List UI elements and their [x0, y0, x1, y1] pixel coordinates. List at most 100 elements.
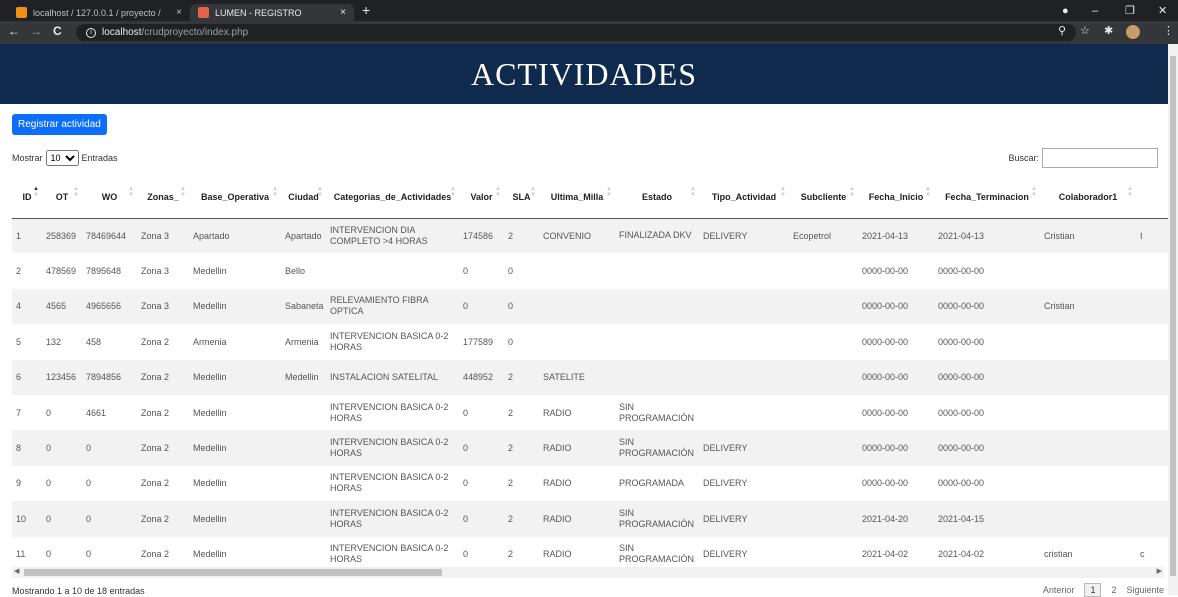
phpmyadmin-favicon-icon: [16, 7, 27, 18]
table-cell: 0: [459, 430, 504, 466]
extensions-icon[interactable]: ✱: [1104, 24, 1113, 37]
table-row[interactable]: 7 0 4661 Zona 2 Medellin INTERVENCION BASICA …: [12, 395, 1168, 430]
column-header[interactable]: ID ▲ ▼: [12, 176, 42, 219]
column-header-label: Estado: [641, 191, 672, 202]
column-header[interactable]: Valor ▲ ▼: [459, 176, 504, 219]
column-header[interactable]: Colaborador1 ▲ ▼: [1040, 176, 1136, 219]
table-cell: FINALIZADA DKV: [615, 218, 699, 254]
column-header[interactable]: SLA ▲ ▼: [504, 176, 539, 219]
menu-kebab-icon[interactable]: ⋮: [1163, 24, 1174, 37]
reload-button[interactable]: C: [53, 24, 62, 38]
table-cell: [615, 324, 699, 359]
column-header[interactable]: WO ▲ ▼: [82, 176, 137, 219]
sort-icon: ▲ ▼: [530, 186, 536, 198]
table-cell: 0000-00-00: [862, 407, 909, 418]
table-cell: INTERVENCION BASICA 0-2 HORAS: [330, 401, 449, 423]
table-cell: 177589: [463, 336, 494, 347]
table-cell: [615, 359, 699, 395]
minimize-button[interactable]: –: [1092, 0, 1098, 21]
profile-indicator-icon[interactable]: ●: [1062, 0, 1069, 21]
table-cell: Medellin: [189, 501, 281, 537]
table-cell: RADIO: [543, 407, 572, 418]
table-cell: 0000-00-00: [938, 266, 985, 277]
table-cell: 4: [12, 288, 42, 325]
table-cell: 174586: [459, 218, 504, 254]
table-cell: [1136, 430, 1168, 466]
close-tab-icon[interactable]: ×: [176, 7, 182, 18]
table-row[interactable]: 8 0 0 Zona 2 Medellin INTERVENCION BASICA 0-2…: [12, 430, 1168, 466]
table-cell: 2: [508, 407, 514, 418]
bookmark-star-icon[interactable]: ☆: [1080, 24, 1090, 37]
table-cell: [789, 253, 858, 288]
column-header[interactable]: Ultima_Milla ▲ ▼: [539, 176, 615, 219]
sort-icon: ▲ ▼: [317, 186, 323, 198]
column-header[interactable]: Tipo_Actividad ▲ ▼: [699, 176, 789, 219]
table-row[interactable]: 6 123456 7894856 Zona 2 Medellin Medellin INST…: [12, 359, 1168, 395]
entries-select[interactable]: 10: [45, 150, 79, 166]
column-header[interactable]: Categorias_de_Actividades ▲ ▼: [326, 176, 459, 219]
table-cell: Medellin: [281, 359, 326, 395]
table-cell: 123456: [42, 359, 82, 395]
table-row[interactable]: 1 258369 78469644 Zona 3 Apartado Apartado INT…: [12, 218, 1168, 254]
sort-icon: ▲ ▼: [849, 186, 855, 198]
table-cell: 2: [504, 218, 539, 254]
column-header-label: Valor: [470, 191, 493, 202]
column-header[interactable]: Fecha_Inicio ▲ ▼: [858, 176, 934, 219]
close-tab-icon[interactable]: ×: [340, 7, 346, 18]
scroll-right-icon[interactable]: ▶: [1157, 567, 1162, 575]
table-row[interactable]: 9 0 0 Zona 2 Medellin INTERVENCION BASICA 0-2…: [12, 466, 1168, 501]
vertical-scroll-thumb[interactable]: [1170, 56, 1176, 576]
horizontal-scroll-thumb[interactable]: [24, 569, 442, 576]
table-cell: [281, 466, 326, 501]
table-cell: 0: [86, 478, 92, 489]
register-activity-button[interactable]: Registrar actividad: [12, 114, 107, 135]
table-cell: 0: [508, 266, 514, 277]
table-cell: RADIO: [539, 430, 615, 466]
horizontal-scrollbar[interactable]: ◀ ▶: [12, 567, 1164, 578]
table-cell: 2021-04-13: [858, 218, 934, 254]
column-header[interactable]: Base_Operativa ▲ ▼: [189, 176, 281, 219]
back-button[interactable]: ←: [8, 24, 20, 38]
previous-page-link[interactable]: Anterior: [1043, 585, 1075, 595]
search-input[interactable]: [1042, 148, 1158, 168]
site-info-icon[interactable]: i: [86, 27, 96, 38]
lumen-favicon-icon: [198, 7, 209, 18]
table-row[interactable]: 4 4565 4965656 Zona 3 Medellin Sabaneta RELEVA…: [12, 288, 1168, 325]
table-row[interactable]: 2 478569 7895648 Zona 3 Medellin Bello 0 0 0000-…: [12, 253, 1168, 288]
page-title: ACTIVIDADES: [470, 55, 698, 92]
column-header[interactable]: ▲▼: [1136, 176, 1168, 219]
column-header[interactable]: Zonas_ ▲ ▼: [137, 176, 189, 219]
column-header[interactable]: OT ▲ ▼: [42, 176, 82, 219]
sort-icon: ▲ ▼: [780, 186, 786, 198]
tab-lumen-registro[interactable]: LUMEN - REGISTRO ×: [190, 4, 354, 21]
column-header-label: Categorias_de_Actividades: [333, 191, 452, 202]
browser-tabstrip: localhost / 127.0.0.1 / proyecto / × LUM…: [0, 0, 1178, 21]
tab-phpmyadmin[interactable]: localhost / 127.0.0.1 / proyecto / ×: [8, 4, 190, 21]
address-bar[interactable]: i localhost/crudproyecto/index.php: [76, 24, 1076, 41]
zoom-icon[interactable]: ⚲: [1058, 24, 1066, 37]
table-cell: Apartado: [281, 218, 326, 254]
next-page-link[interactable]: Siguiente: [1126, 585, 1164, 595]
column-header[interactable]: Fecha_Terminacion ▲ ▼: [934, 176, 1040, 219]
page-content: ACTIVIDADES Registrar actividad Mostrar …: [0, 44, 1168, 595]
new-tab-button[interactable]: +: [362, 2, 370, 18]
table-cell: 0000-00-00: [938, 336, 985, 347]
close-window-button[interactable]: ✕: [1158, 0, 1167, 21]
table-row[interactable]: 5 132 458 Zona 2 Armenia Armenia INTERVENCION …: [12, 324, 1168, 359]
table-cell: 0000-00-00: [858, 430, 934, 466]
scroll-left-icon[interactable]: ◀: [14, 567, 19, 575]
table-row[interactable]: 10 0 0 Zona 2 Medellin INTERVENCION BASICA 0-…: [12, 501, 1168, 537]
column-header[interactable]: Ciudad ▲ ▼: [281, 176, 326, 219]
column-header[interactable]: Estado ▲ ▼: [615, 176, 699, 219]
maximize-button[interactable]: ❐: [1125, 0, 1135, 21]
column-header-label: Fecha_Inicio: [868, 191, 924, 202]
entries-length-control: Mostrar 10 Entradas: [12, 150, 118, 166]
table-cell: Medellin: [193, 266, 227, 277]
column-header-label: Tipo_Actividad: [711, 191, 777, 202]
profile-avatar[interactable]: [1126, 25, 1140, 39]
vertical-scrollbar[interactable]: [1168, 44, 1178, 595]
column-header[interactable]: Subcliente ▲ ▼: [789, 176, 858, 219]
page-2-link[interactable]: 2: [1111, 585, 1116, 595]
table-cell: Medellin: [193, 407, 227, 418]
forward-button[interactable]: →: [30, 24, 42, 38]
